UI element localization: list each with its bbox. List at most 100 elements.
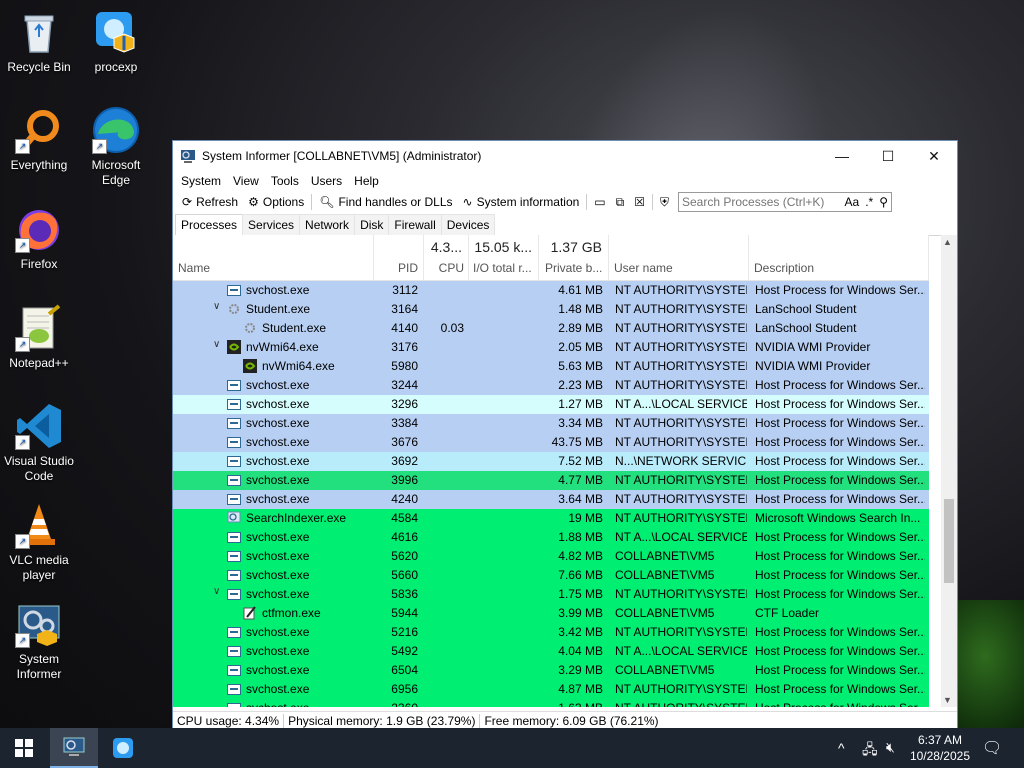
case-sensitive-toggle[interactable]: Aa — [842, 195, 863, 209]
clock-date: 10/28/2025 — [909, 749, 970, 763]
volume-muted-icon[interactable]: 🔇︎ — [886, 739, 895, 756]
table-row[interactable]: svchost.exe 5216 3.42 MB NT AUTHORITY\SYSTE… — [173, 623, 929, 642]
table-row[interactable]: svchost.exe 3996 4.77 MB NT AUTHORITY\SYSTE… — [173, 471, 929, 490]
tree-expander-chevron-down-icon[interactable]: ∨ — [213, 301, 220, 312]
tab-network[interactable]: Network — [299, 214, 356, 235]
process-private-bytes: 2.89 MB — [558, 321, 603, 335]
scroll-down-arrow-icon[interactable]: ▼ — [943, 695, 952, 705]
process-pid: 3112 — [392, 283, 418, 297]
show-hidden-icons-chevron-icon[interactable]: ^ — [838, 740, 845, 756]
process-private-bytes: 2.05 MB — [558, 340, 603, 354]
menu-view[interactable]: View — [227, 174, 265, 188]
column-user[interactable]: User name — [609, 235, 749, 280]
menu-users[interactable]: Users — [305, 174, 348, 188]
notifications-icon[interactable]: 🗨︎ — [982, 738, 1002, 758]
tab-firewall[interactable]: Firewall — [388, 214, 442, 235]
menu-help[interactable]: Help — [348, 174, 385, 188]
table-row[interactable]: svchost.exe 6504 3.29 MB COLLABNET\VM5 Host … — [173, 661, 929, 680]
tab-devices[interactable]: Devices — [440, 214, 496, 235]
desktop-icon-edge[interactable]: ↗ Microsoft Edge — [78, 106, 154, 188]
menu-tools[interactable]: Tools — [265, 174, 305, 188]
search-input[interactable] — [679, 194, 842, 210]
table-row[interactable]: nvWmi64.exe 5980 5.63 MB NT AUTHORITY\SYSTE… — [173, 357, 929, 376]
find-handles-button[interactable]: 🔍︎ Find handles or DLLs — [314, 192, 457, 212]
process-name: svchost.exe — [246, 378, 310, 392]
desktop-icon-vlc[interactable]: ↗ VLC media player — [1, 501, 77, 583]
table-row[interactable]: svchost.exe 3676 43.75 MB NT AUTHORITY\SYST… — [173, 433, 929, 452]
tree-expander-chevron-down-icon[interactable]: ∨ — [213, 339, 220, 350]
column-pid[interactable]: PID — [374, 235, 424, 280]
column-private-bytes[interactable]: 1.37 GB Private b... — [539, 235, 609, 280]
title-bar[interactable]: System Informer [COLLABNET\VM5] (Adminis… — [173, 141, 957, 171]
desktop-icon-notepadpp[interactable]: ↗ Notepad++ — [1, 304, 77, 371]
column-cpu[interactable]: 4.3... CPU — [424, 235, 469, 280]
process-description: Host Process for Windows Ser... — [755, 397, 925, 411]
column-io[interactable]: 15.05 k... I/O total r... — [469, 235, 539, 280]
shortcut-arrow-icon: ↗ — [15, 633, 30, 648]
table-row[interactable]: ∨ svchost.exe 5836 1.75 MB NT AUTHORITY\SYST… — [173, 585, 929, 604]
service-host-icon — [227, 570, 241, 581]
table-row[interactable]: svchost.exe 3384 3.34 MB NT AUTHORITY\SYSTE… — [173, 414, 929, 433]
tab-processes[interactable]: Processes — [175, 214, 244, 235]
process-pid: 5216 — [391, 625, 418, 639]
tab-services[interactable]: Services — [242, 214, 301, 235]
close-button[interactable]: ✕ — [911, 141, 957, 171]
service-host-icon — [227, 285, 241, 296]
process-pid: 6504 — [391, 663, 418, 677]
start-button[interactable] — [0, 728, 48, 768]
table-row[interactable]: svchost.exe 3244 2.23 MB NT AUTHORITY\SYSTE… — [173, 376, 929, 395]
taskbar-procexp[interactable] — [99, 728, 147, 768]
table-row[interactable]: svchost.exe 5492 4.04 MB NT A...\LOCAL SERV… — [173, 642, 929, 661]
table-row[interactable]: ctfmon.exe 5944 3.99 MB COLLABNET\VM5 CTF Lo… — [173, 604, 929, 623]
table-row[interactable]: svchost.exe 4240 3.64 MB NT AUTHORITY\SYSTE… — [173, 490, 929, 509]
find-window-button[interactable]: ⧉ — [611, 192, 630, 212]
network-icon[interactable]: 🖧︎ — [862, 739, 878, 763]
scroll-up-arrow-icon[interactable]: ▲ — [943, 237, 952, 247]
column-description[interactable]: Description — [749, 235, 929, 280]
terminate-button[interactable]: ☒ — [629, 192, 650, 212]
process-name-cell: svchost.exe — [227, 454, 369, 468]
system-information-button[interactable]: ∿ System information — [458, 192, 585, 212]
table-row[interactable]: svchost.exe 6956 4.87 MB NT AUTHORITY\SYSTE… — [173, 680, 929, 699]
toolbar-separator — [651, 194, 653, 210]
table-row[interactable]: svchost.exe 2360 1.63 MB NT AUTHORITY\SYSTE… — [173, 699, 929, 707]
desktop-icon-procexp[interactable]: procexp — [78, 8, 154, 75]
scrollbar-thumb[interactable] — [944, 499, 954, 583]
desktop-icon-recycle-bin[interactable]: Recycle Bin — [1, 8, 77, 75]
desktop-icon-vscode[interactable]: ↗ Visual Studio Code — [1, 402, 77, 484]
process-description: Host Process for Windows Ser... — [755, 682, 925, 696]
window-icon-button[interactable]: ▭ — [589, 192, 610, 212]
tab-disk[interactable]: Disk — [354, 214, 390, 235]
menu-system[interactable]: System — [175, 174, 227, 188]
vertical-scrollbar[interactable]: ▲ ▼ — [941, 235, 957, 707]
desktop-icon-everything[interactable]: ↗ Everything — [1, 106, 77, 173]
process-name-cell: svchost.exe — [227, 397, 369, 411]
desktop-icon-system-informer[interactable]: ↗ System Informer — [1, 600, 77, 682]
process-cpu: 0.03 — [440, 321, 464, 335]
system-clock[interactable]: 6:37 AM 10/28/2025 — [910, 732, 970, 764]
regex-toggle[interactable]: .* — [862, 195, 876, 209]
tree-expander-chevron-down-icon[interactable]: ∨ — [213, 586, 220, 597]
shortcut-arrow-icon: ↗ — [15, 435, 30, 450]
refresh-button[interactable]: ⟳ Refresh — [177, 192, 243, 212]
table-row[interactable]: SearchIndexer.exe 4584 19 MB NT AUTHORITY\S… — [173, 509, 929, 528]
table-row[interactable]: ∨ nvWmi64.exe 3176 2.05 MB NT AUTHORITY\SYST… — [173, 338, 929, 357]
minimize-button[interactable]: — — [819, 141, 865, 171]
maximize-button[interactable]: ☐ — [865, 141, 911, 171]
column-name[interactable]: Name — [173, 235, 374, 280]
process-user: COLLABNET\VM5 — [615, 606, 715, 620]
table-row[interactable]: svchost.exe 3296 1.27 MB NT A...\LOCAL SERV… — [173, 395, 929, 414]
shield-button[interactable]: ⛨ — [655, 192, 674, 212]
table-row[interactable]: svchost.exe 4616 1.88 MB NT A...\LOCAL SERV… — [173, 528, 929, 547]
options-button[interactable]: ⚙ Options — [243, 192, 309, 212]
table-row[interactable]: svchost.exe 5660 7.66 MB COLLABNET\VM5 Host … — [173, 566, 929, 585]
table-row[interactable]: svchost.exe 3692 7.52 MB N...\NETWORK SERVI… — [173, 452, 929, 471]
table-row[interactable]: Student.exe 4140 0.03 2.89 MB NT AUTHORITY\S… — [173, 319, 929, 338]
search-icon[interactable]: ⚲ — [876, 195, 891, 209]
table-row[interactable]: svchost.exe 3112 4.61 MB NT AUTHORITY\SYSTE… — [173, 281, 929, 300]
process-pid: 4584 — [391, 511, 418, 525]
table-row[interactable]: svchost.exe 5620 4.82 MB COLLABNET\VM5 Host … — [173, 547, 929, 566]
taskbar-system-informer[interactable] — [50, 728, 98, 768]
table-row[interactable]: ∨ Student.exe 3164 1.48 MB NT AUTHORITY\SYST… — [173, 300, 929, 319]
desktop-icon-firefox[interactable]: ↗ Firefox — [1, 205, 77, 272]
